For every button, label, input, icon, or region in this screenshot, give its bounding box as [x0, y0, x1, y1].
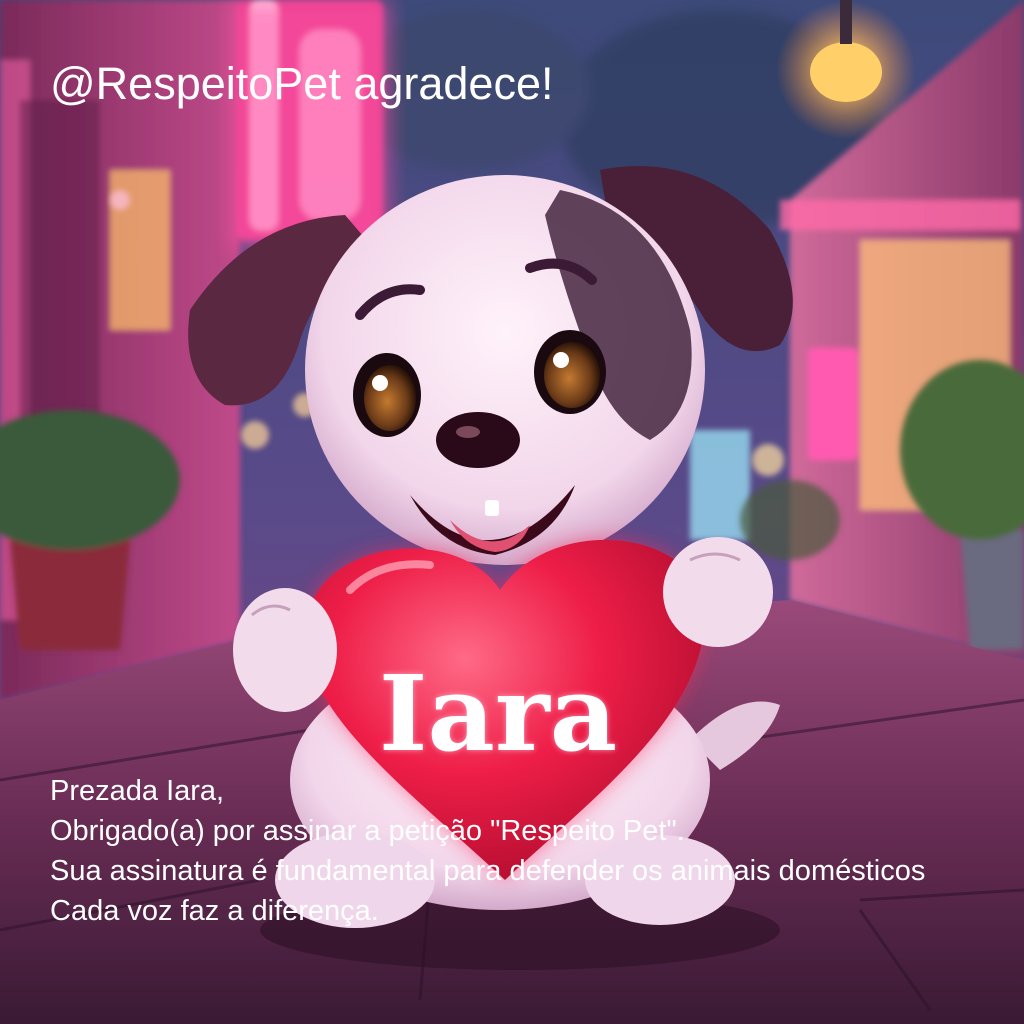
message-thanks: Obrigado(a) por assinar a petição "Respe… — [50, 815, 685, 847]
message-closing: Cada voz faz a diferença. — [50, 895, 379, 927]
message-greeting: Prezada Iara, — [50, 775, 225, 807]
message-importance: Sua assinatura é fundamental para defend… — [50, 855, 926, 887]
greeting-card: Iara Iara @RespeitoPet agradece! Prezada… — [0, 0, 1024, 1024]
page-title: @RespeitoPet agradece! — [50, 58, 554, 109]
thank-you-message: Prezada Iara, Obrigado(a) por assinar a … — [50, 771, 1024, 931]
heart-name: Iara — [379, 652, 617, 775]
